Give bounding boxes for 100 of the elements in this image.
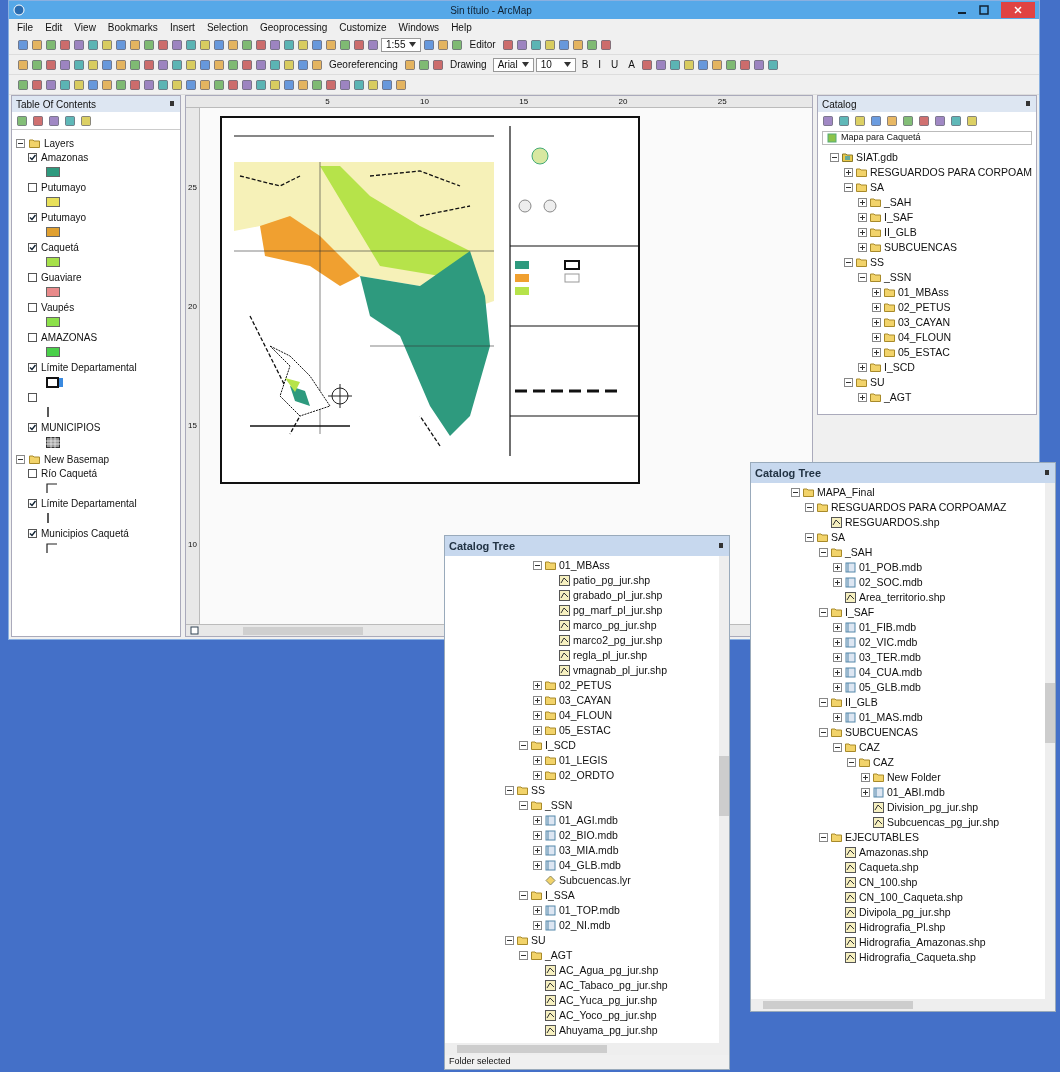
tree-item[interactable]: RESGUARDOS.shp xyxy=(845,514,940,531)
tree-item[interactable]: 01_LEGIS xyxy=(559,752,608,769)
tool-icon[interactable] xyxy=(16,114,28,127)
tool-icon[interactable] xyxy=(227,58,239,71)
location-field[interactable]: Mapa para Caquetá xyxy=(822,131,1032,145)
toolbar-label[interactable]: Georeferencing xyxy=(325,57,402,72)
collapse-icon[interactable] xyxy=(519,891,528,900)
layer-name[interactable]: Amazonas xyxy=(41,149,89,165)
tree-item[interactable]: CN_100_Caqueta.shp xyxy=(859,889,963,906)
expand-icon[interactable] xyxy=(833,653,842,662)
checked-checkbox[interactable] xyxy=(28,528,37,538)
dropdown[interactable]: 10 xyxy=(535,57,576,72)
tool-icon[interactable] xyxy=(641,58,653,71)
tool-icon[interactable] xyxy=(45,58,57,71)
tool-icon[interactable] xyxy=(950,115,962,127)
collapse-icon[interactable] xyxy=(519,741,528,750)
expand-icon[interactable] xyxy=(861,788,870,797)
toolbar-label[interactable]: A xyxy=(624,57,639,72)
collapse-icon[interactable] xyxy=(819,728,828,737)
tool-icon[interactable] xyxy=(199,78,211,91)
collapse-icon[interactable] xyxy=(791,488,800,497)
tree-item[interactable]: pg_marf_pl_jur.shp xyxy=(573,602,663,619)
collapse-icon[interactable] xyxy=(533,561,542,570)
tool-icon[interactable] xyxy=(45,78,57,91)
tool-icon[interactable] xyxy=(227,78,239,91)
tool-icon[interactable] xyxy=(255,78,267,91)
pin-icon[interactable] xyxy=(168,100,176,108)
tool-icon[interactable] xyxy=(339,78,351,91)
tree-item[interactable]: RESGUARDOS PARA CORPOAMAZ xyxy=(831,499,1007,516)
tool-icon[interactable] xyxy=(241,78,253,91)
tool-icon[interactable] xyxy=(283,58,295,71)
expand-icon[interactable] xyxy=(533,681,542,690)
tool-icon[interactable] xyxy=(129,58,141,71)
tool-icon[interactable] xyxy=(59,38,71,51)
tree-item[interactable]: CN_100.shp xyxy=(859,874,918,891)
tool-icon[interactable] xyxy=(199,38,211,51)
tree-item[interactable]: 01_MBAss xyxy=(898,284,949,301)
tool-icon[interactable] xyxy=(73,58,85,71)
tool-icon[interactable] xyxy=(711,58,723,71)
tree-item[interactable]: vmagnab_pl_jur.shp xyxy=(573,662,667,679)
tree-item[interactable]: _SSN xyxy=(545,797,573,814)
tool-icon[interactable] xyxy=(403,58,416,71)
tool-icon[interactable] xyxy=(854,115,866,127)
tool-icon[interactable] xyxy=(381,78,393,91)
tree-item[interactable]: _AGT xyxy=(545,947,573,964)
expand-icon[interactable] xyxy=(861,773,870,782)
tool-icon[interactable] xyxy=(143,38,155,51)
collapse-icon[interactable] xyxy=(844,183,853,192)
tool-icon[interactable] xyxy=(157,78,169,91)
tool-icon[interactable] xyxy=(143,58,155,71)
collapse-icon[interactable] xyxy=(805,503,814,512)
tree-item[interactable]: Hidrografia_Pl.shp xyxy=(859,919,946,936)
tree-item[interactable]: SIAT.gdb xyxy=(856,149,898,166)
collapse-icon[interactable] xyxy=(805,533,814,542)
tool-icon[interactable] xyxy=(32,114,44,127)
tool-icon[interactable] xyxy=(101,58,113,71)
tool-icon[interactable] xyxy=(45,38,57,51)
layer-name[interactable]: MUNICIPIOS xyxy=(41,419,101,435)
collapse-icon[interactable] xyxy=(819,548,828,557)
layer-name[interactable]: Putumayo xyxy=(41,179,87,195)
tool-icon[interactable] xyxy=(599,38,612,51)
tool-icon[interactable] xyxy=(423,38,436,51)
expand-icon[interactable] xyxy=(872,333,881,342)
tool-icon[interactable] xyxy=(437,38,450,51)
tool-icon[interactable] xyxy=(31,78,43,91)
vertical-scrollbar-thumb[interactable] xyxy=(719,756,729,816)
tree-item[interactable]: Hidrografia_Amazonas.shp xyxy=(859,934,986,951)
dropdown[interactable]: Arial xyxy=(492,57,534,72)
tree-item[interactable]: RESGUARDOS PARA CORPOAM xyxy=(870,164,1032,181)
expand-icon[interactable] xyxy=(533,696,542,705)
expand-icon[interactable] xyxy=(844,168,853,177)
tool-icon[interactable] xyxy=(17,58,29,71)
tool-icon[interactable] xyxy=(934,115,946,127)
tree-item[interactable]: SU xyxy=(531,932,546,949)
tree-item[interactable]: marco2_pg_jur.shp xyxy=(573,632,663,649)
tree-item[interactable]: CAZ xyxy=(859,739,880,756)
expand-icon[interactable] xyxy=(533,906,542,915)
tool-icon[interactable] xyxy=(557,38,570,51)
tool-icon[interactable] xyxy=(269,78,281,91)
tool-icon[interactable] xyxy=(311,58,323,71)
tool-icon[interactable] xyxy=(918,115,930,127)
tool-icon[interactable] xyxy=(31,58,43,71)
layer-name[interactable]: Río Caquetá xyxy=(41,465,98,481)
toolbar-label[interactable]: B xyxy=(577,57,593,72)
collapse-icon[interactable] xyxy=(858,273,867,282)
tree-item[interactable]: grabado_pl_jur.shp xyxy=(573,587,663,604)
expand-icon[interactable] xyxy=(533,711,542,720)
tree-item[interactable]: Caqueta.shp xyxy=(859,859,919,876)
expand-icon[interactable] xyxy=(533,921,542,930)
tool-icon[interactable] xyxy=(101,38,113,51)
menu-item[interactable]: Windows xyxy=(398,19,440,35)
layout-view-icon[interactable] xyxy=(190,626,199,635)
tree-item[interactable]: Division_pg_jur.shp xyxy=(887,799,979,816)
tool-icon[interactable] xyxy=(339,38,351,51)
tool-icon[interactable] xyxy=(115,38,127,51)
tree-item[interactable]: MAPA_Final xyxy=(817,484,875,501)
layer-name[interactable]: Caquetá xyxy=(41,239,79,255)
expand-icon[interactable] xyxy=(872,303,881,312)
tool-icon[interactable] xyxy=(171,38,183,51)
tool-icon[interactable] xyxy=(87,58,99,71)
